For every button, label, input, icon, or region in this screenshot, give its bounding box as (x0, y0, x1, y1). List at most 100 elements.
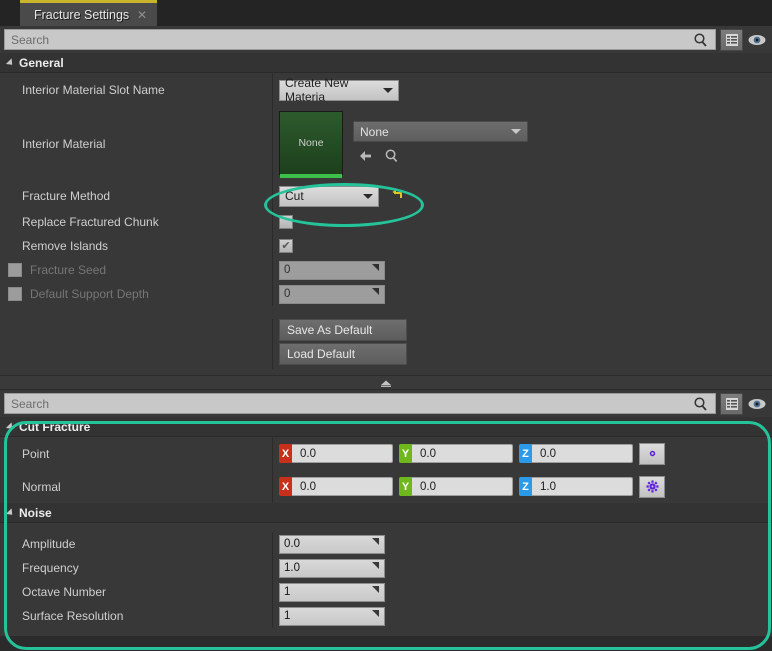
remove-islands-checkbox[interactable]: ✔ (279, 239, 293, 253)
reset-arrow-icon[interactable] (391, 188, 405, 205)
fracture-seed-value: 0 (284, 264, 291, 276)
point-y-field[interactable]: Y 0.0 (399, 444, 513, 463)
drag-handle-icon[interactable] (369, 263, 380, 277)
normal-x-field[interactable]: X 0.0 (279, 477, 393, 496)
row-default-buttons: Save As Default Load Default (0, 319, 772, 369)
section-title-general: General (19, 55, 64, 70)
thumbnail-label: None (298, 137, 324, 149)
search-input[interactable]: Search (4, 29, 716, 50)
axis-label-y: Y (399, 444, 412, 463)
point-z-value[interactable]: 0.0 (532, 444, 633, 463)
bottom-toolbar: Search (0, 390, 772, 417)
amplitude-input[interactable]: 0.0 (279, 534, 385, 554)
default-support-depth-value: 0 (284, 288, 291, 300)
label-frequency: Frequency (22, 561, 79, 575)
normal-y-value[interactable]: 0.0 (412, 477, 513, 496)
search-placeholder: Search (11, 32, 50, 47)
chevron-down-icon (383, 87, 393, 93)
point-x-field[interactable]: X 0.0 (279, 444, 393, 463)
drag-handle-icon[interactable] (369, 561, 380, 575)
chevron-down-icon (5, 421, 16, 432)
chevron-down-icon (5, 507, 16, 518)
replace-fractured-chunk-checkbox[interactable] (279, 214, 293, 229)
load-default-label: Load Default (287, 347, 356, 361)
row-surface-resolution: Surface Resolution 1 (0, 604, 772, 628)
point-y-value[interactable]: 0.0 (412, 444, 513, 463)
surface-resolution-value: 1 (284, 610, 291, 622)
label-normal: Normal (22, 479, 61, 494)
search-input-bottom[interactable]: Search (4, 393, 716, 414)
cut-fracture-body: Point X 0.0 Y 0.0 Z 0.0 Normal X 0.0 Y 0… (0, 437, 772, 503)
label-fracture-method: Fracture Method (22, 189, 111, 203)
label-amplitude: Amplitude (22, 537, 76, 551)
fracture-method-value: Cut (285, 189, 304, 203)
search-placeholder-bottom: Search (11, 396, 50, 411)
interior-material-asset-value: None (360, 124, 389, 139)
axis-label-y: Y (399, 477, 412, 496)
octave-number-input[interactable]: 1 (279, 582, 385, 602)
section-title-noise: Noise (19, 505, 52, 520)
row-octave-number: Octave Number 1 (0, 580, 772, 604)
section-title-cut-fracture: Cut Fracture (19, 419, 91, 434)
row-interior-material-slot-name: Interior Material Slot Name Create New M… (0, 73, 772, 107)
grid-settings-icon[interactable] (720, 392, 743, 415)
axis-label-x: X (279, 444, 292, 463)
eye-icon[interactable] (746, 393, 768, 415)
row-default-support-depth: Default Support Depth 0 (0, 282, 772, 306)
drag-handle-icon[interactable] (369, 609, 380, 623)
normal-options-button[interactable] (639, 475, 665, 498)
point-x-value[interactable]: 0.0 (292, 444, 393, 463)
search-icon (693, 396, 709, 415)
chevron-down-icon (5, 57, 16, 68)
fracture-method-dropdown[interactable]: Cut (279, 185, 379, 207)
frequency-input[interactable]: 1.0 (279, 558, 385, 578)
section-header-general[interactable]: General (0, 53, 772, 73)
row-frequency: Frequency 1.0 (0, 556, 772, 580)
row-fracture-seed: Fracture Seed 0 (0, 258, 772, 282)
default-support-depth-input[interactable]: 0 (279, 284, 385, 304)
panel-splitter[interactable] (0, 375, 772, 390)
search-icon[interactable] (383, 147, 401, 165)
label-default-support-depth: Default Support Depth (30, 287, 149, 301)
check-glyph: ✔ (281, 239, 291, 252)
eye-icon[interactable] (746, 29, 768, 51)
row-amplitude: Amplitude 0.0 (0, 532, 772, 556)
close-icon[interactable]: ✕ (137, 8, 147, 22)
grid-settings-icon[interactable] (720, 28, 743, 51)
save-as-default-button[interactable]: Save As Default (279, 319, 407, 341)
normal-z-value[interactable]: 1.0 (532, 477, 633, 496)
octave-number-value: 1 (284, 586, 291, 598)
drag-handle-icon[interactable] (369, 585, 380, 599)
normal-z-field[interactable]: Z 1.0 (519, 477, 633, 496)
tab-fracture-settings[interactable]: Fracture Settings ✕ (20, 0, 157, 26)
section-header-cut-fracture[interactable]: Cut Fracture (0, 417, 772, 437)
row-point: Point X 0.0 Y 0.0 Z 0.0 (0, 437, 772, 470)
collapse-up-icon[interactable] (377, 376, 395, 390)
drag-handle-icon[interactable] (369, 537, 380, 551)
label-surface-resolution: Surface Resolution (22, 609, 124, 623)
row-replace-fractured-chunk: Replace Fractured Chunk (0, 209, 772, 234)
search-icon (693, 32, 709, 51)
back-arrow-icon[interactable] (357, 147, 375, 165)
point-z-field[interactable]: Z 0.0 (519, 444, 633, 463)
load-default-button[interactable]: Load Default (279, 343, 407, 365)
normal-y-field[interactable]: Y 0.0 (399, 477, 513, 496)
axis-label-z: Z (519, 444, 532, 463)
fracture-seed-input[interactable]: 0 (279, 260, 385, 280)
label-point: Point (22, 446, 50, 461)
point-options-button[interactable] (639, 442, 665, 465)
spacer-noise-top (0, 523, 772, 532)
default-support-depth-checkbox[interactable] (8, 287, 22, 301)
general-body: Interior Material Slot Name Create New M… (0, 73, 772, 375)
label-interior-material: Interior Material (22, 137, 106, 151)
gear-icon (646, 480, 658, 493)
fracture-seed-checkbox[interactable] (8, 263, 22, 277)
section-header-noise[interactable]: Noise (0, 503, 772, 523)
interior-material-slot-name-dropdown[interactable]: Create New Materia (279, 76, 399, 104)
normal-x-value[interactable]: 0.0 (292, 477, 393, 496)
drag-handle-icon[interactable] (369, 287, 380, 301)
surface-resolution-input[interactable]: 1 (279, 606, 385, 626)
interior-material-asset-picker[interactable]: None (353, 121, 528, 142)
interior-material-thumbnail[interactable]: None (279, 111, 343, 178)
